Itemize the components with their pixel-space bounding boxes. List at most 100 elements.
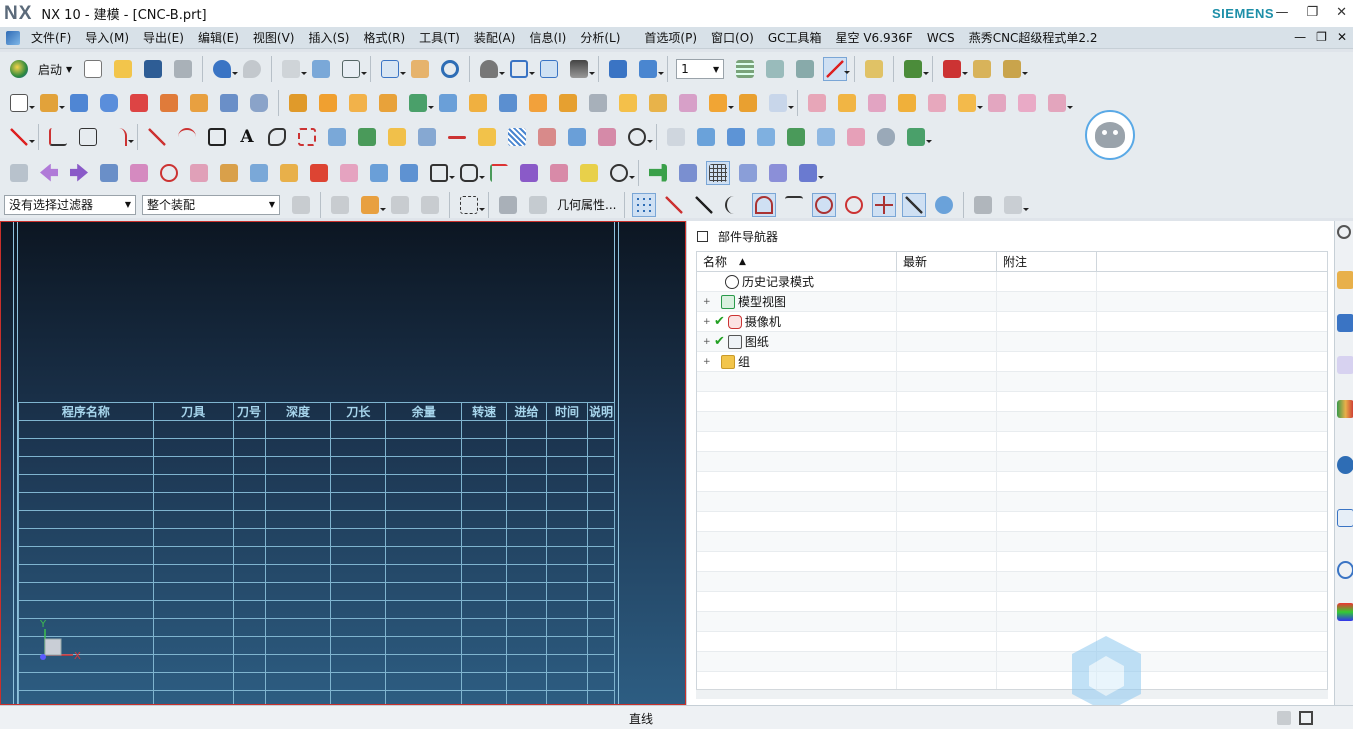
sew-icon[interactable]	[844, 125, 868, 149]
new-file-icon[interactable]	[81, 57, 105, 81]
offset-region-icon[interactable]	[766, 91, 794, 115]
text-icon[interactable]: A	[235, 125, 259, 149]
print-icon[interactable]	[171, 57, 195, 81]
layer-settings-icon[interactable]	[733, 57, 757, 81]
snap-quadrant-icon[interactable]	[842, 193, 866, 217]
start-globe-icon[interactable]	[7, 57, 31, 81]
menu-insert[interactable]: 插入(S)	[301, 29, 356, 46]
delete-body-icon[interactable]	[586, 91, 610, 115]
menu-import[interactable]: 导入(M)	[78, 29, 136, 46]
render-style-icon[interactable]	[477, 57, 506, 81]
doc-minimize-button[interactable]: —	[1294, 30, 1306, 44]
datum-plane-icon[interactable]	[37, 91, 65, 115]
forward-arrow-icon[interactable]	[67, 161, 91, 185]
move-face-icon[interactable]	[736, 91, 760, 115]
selection-scope-select[interactable]: 整个装配	[142, 194, 280, 215]
circle-icon[interactable]	[607, 161, 635, 185]
fit-view-icon[interactable]	[378, 57, 407, 81]
expand-icon[interactable]: +	[703, 337, 711, 347]
syn-delete-icon[interactable]	[985, 91, 1009, 115]
surface-analysis-icon[interactable]	[904, 125, 932, 149]
open-folder-icon[interactable]	[111, 57, 135, 81]
syn-resize-icon[interactable]	[895, 91, 919, 115]
assistant-robot-icon[interactable]	[1085, 110, 1135, 160]
select-feature-icon[interactable]	[388, 193, 412, 217]
remove-params-icon[interactable]	[337, 161, 361, 185]
menu-preferences[interactable]: 首选项(P)	[637, 29, 704, 46]
tree-row-groups[interactable]: + 组	[697, 352, 1327, 372]
undo-icon[interactable]	[210, 57, 239, 81]
clip-view-icon[interactable]	[636, 57, 665, 81]
move-component-icon[interactable]	[127, 161, 151, 185]
polygon-icon[interactable]	[457, 161, 485, 185]
copy-to-layer-icon[interactable]	[793, 57, 817, 81]
dimension-icon[interactable]	[940, 57, 969, 81]
offset-face-icon[interactable]	[556, 91, 580, 115]
snap-perpendicular-icon[interactable]	[782, 193, 806, 217]
menu-yanxiu-cnc[interactable]: 燕秀CNC超级程式单2.2	[962, 29, 1105, 46]
geometry-properties-button[interactable]: 几何属性...	[553, 196, 620, 213]
boolean-icon[interactable]	[157, 91, 181, 115]
menu-export[interactable]: 导出(E)	[136, 29, 191, 46]
suppress-feature-icon[interactable]	[277, 161, 301, 185]
unsuppress-feature-icon[interactable]	[307, 161, 331, 185]
menu-file[interactable]: 文件(F)	[24, 29, 78, 46]
snap-existing-point-icon[interactable]	[872, 192, 897, 217]
hide-icon[interactable]	[496, 193, 520, 217]
sketch-icon[interactable]	[7, 91, 35, 115]
subtract-icon[interactable]	[406, 91, 434, 115]
resource-settings-icon[interactable]	[1337, 225, 1351, 239]
trim-curve-icon[interactable]	[46, 125, 70, 149]
join-curve-icon[interactable]	[565, 125, 589, 149]
col-uptodate-header[interactable]: 最新	[897, 252, 997, 271]
col-name-header[interactable]: 名称 ▲	[697, 252, 897, 271]
syn-add-icon[interactable]	[805, 91, 829, 115]
composite-curve-icon[interactable]	[475, 125, 499, 149]
col-notes-header[interactable]: 附注	[997, 252, 1097, 271]
paste-icon[interactable]	[279, 57, 308, 81]
extrude-icon[interactable]	[187, 91, 211, 115]
edit-feature-icon[interactable]	[7, 161, 31, 185]
curve-delete-icon[interactable]	[7, 125, 35, 149]
swept-icon[interactable]	[754, 125, 778, 149]
save-icon[interactable]	[141, 57, 165, 81]
section-curve-icon[interactable]	[535, 125, 559, 149]
syn-paste-icon[interactable]	[1045, 91, 1073, 115]
type-filter-select[interactable]: 没有选择过滤器	[4, 194, 136, 215]
assembly-navigator-icon[interactable]	[1337, 271, 1353, 289]
pattern-feature-icon[interactable]	[346, 91, 370, 115]
divide-curve-icon[interactable]	[595, 125, 619, 149]
tree-row-cameras[interactable]: + ✔ 摄像机	[697, 312, 1327, 332]
measure-distance-icon[interactable]	[970, 57, 994, 81]
menu-wcs[interactable]: WCS	[920, 31, 962, 45]
snake-tool-icon[interactable]	[517, 161, 541, 185]
move-object-icon[interactable]	[97, 161, 121, 185]
snap-point-icon[interactable]	[328, 193, 352, 217]
zoom-icon[interactable]	[408, 57, 432, 81]
rectangle-select-icon[interactable]	[457, 193, 485, 217]
expand-icon[interactable]: +	[703, 317, 711, 327]
through-mesh-icon[interactable]	[724, 125, 748, 149]
extract-curve-icon[interactable]	[415, 125, 439, 149]
status-fullscreen-icon[interactable]	[1299, 711, 1313, 725]
pattern-icon[interactable]	[316, 91, 340, 115]
face-blend-icon[interactable]	[706, 91, 734, 115]
iso-cube-icon[interactable]	[537, 57, 561, 81]
arc-icon[interactable]	[175, 125, 199, 149]
select-region-icon[interactable]	[358, 193, 386, 217]
reuse-library-icon[interactable]	[1337, 400, 1353, 418]
menu-view[interactable]: 视图(V)	[246, 29, 302, 46]
cam-tool-icon[interactable]	[676, 161, 700, 185]
through-curves-icon[interactable]	[694, 125, 718, 149]
graphics-window[interactable]: 程序名称 刀具 刀号 深度 刀长 余量 转速 进给 时间 说明 Y X YC	[0, 221, 686, 705]
menu-gc-toolbox[interactable]: GC工具箱	[761, 29, 829, 46]
menu-window[interactable]: 窗口(O)	[704, 29, 761, 46]
spline-icon[interactable]	[265, 125, 289, 149]
snap-icon[interactable]	[901, 57, 930, 81]
radius-icon[interactable]	[157, 161, 181, 185]
tools-icon[interactable]	[862, 57, 886, 81]
wcs-orient-icon[interactable]	[487, 161, 511, 185]
intersect-curve-icon[interactable]	[355, 125, 379, 149]
syn-offset-icon[interactable]	[925, 91, 949, 115]
shell-icon[interactable]	[466, 91, 490, 115]
